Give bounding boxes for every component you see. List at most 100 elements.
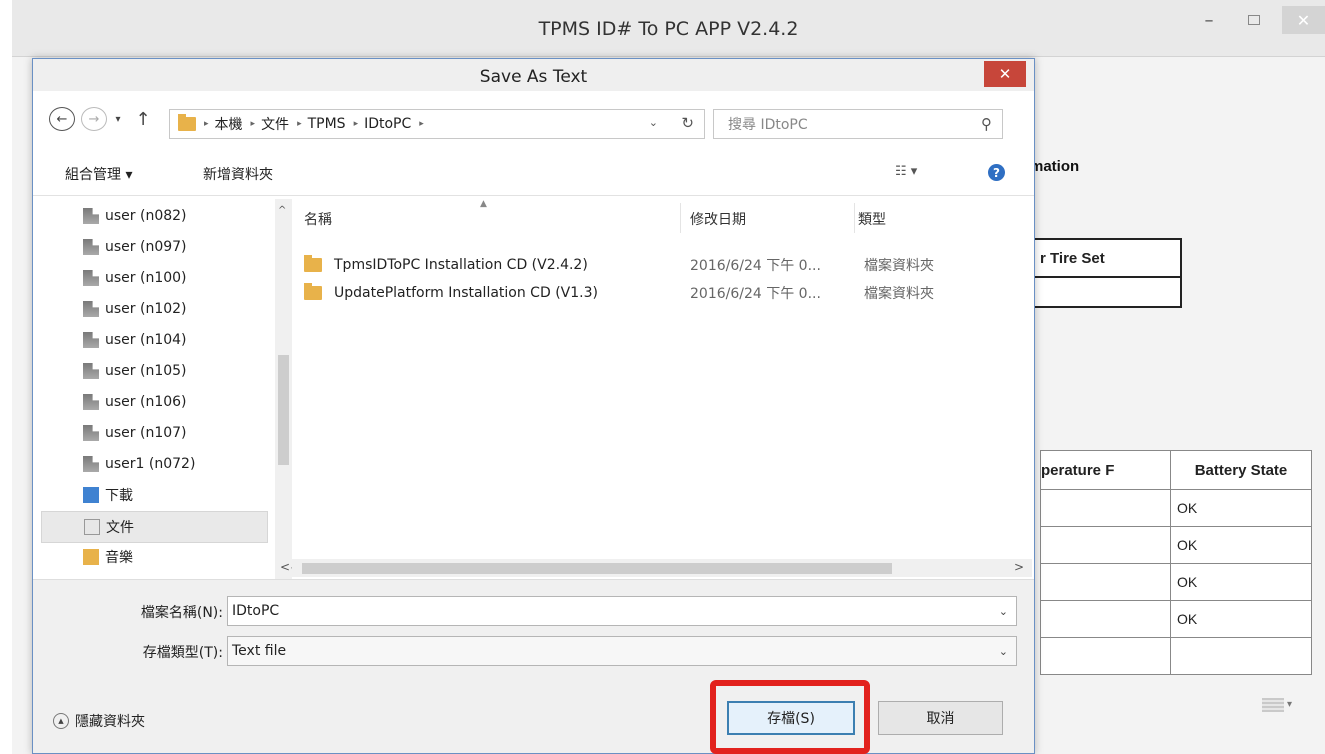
table-row: OK: [1040, 526, 1312, 564]
column-header-type[interactable]: 類型: [858, 209, 886, 229]
forward-button[interactable]: →: [81, 107, 107, 131]
network-user-icon: [83, 363, 99, 379]
filetype-value: Text file: [232, 643, 287, 659]
cancel-button[interactable]: 取消: [878, 701, 1003, 735]
table-row: OK: [1040, 600, 1312, 638]
folder-icon: [178, 114, 196, 131]
battery-cell: OK: [1170, 600, 1312, 638]
sensor-data-table: perature F Battery State OK OK OK OK: [1040, 450, 1312, 675]
col-battery-state: Battery State: [1170, 450, 1312, 490]
file-date: 2016/6/24 下午 0...: [690, 258, 821, 274]
file-date: 2016/6/24 下午 0...: [690, 286, 821, 302]
network-user-icon: [83, 270, 99, 286]
folder-icon: [304, 283, 322, 300]
filename-input[interactable]: IDtoPC ⌄: [227, 596, 1017, 626]
tire-set-cell: [1030, 276, 1182, 308]
nav-item-music[interactable]: 音樂: [41, 542, 266, 572]
battery-cell: [1170, 637, 1312, 675]
nav-item-user-n107[interactable]: user (n107): [41, 418, 266, 448]
network-user-icon: [83, 208, 99, 224]
app-close-button[interactable]: ✕: [1282, 6, 1325, 34]
search-placeholder: 搜尋 IDtoPC: [728, 117, 808, 133]
refresh-icon[interactable]: ↻: [681, 114, 694, 132]
file-list: ▲ 名稱 修改日期 類型 TpmsIDToPC Installation CD …: [292, 199, 1032, 581]
recent-locations-button[interactable]: ▾: [111, 107, 125, 131]
scrollbar-thumb[interactable]: [278, 355, 289, 465]
network-user-icon: [83, 332, 99, 348]
app-titlebar: TPMS ID# To PC APP V2.4.2 – ✕: [12, 0, 1325, 57]
column-header-name[interactable]: 名稱: [304, 209, 332, 229]
dialog-title: Save As Text: [479, 67, 588, 87]
scrollbar-thumb[interactable]: [302, 563, 892, 574]
chevron-down-icon[interactable]: ⌄: [999, 645, 1008, 658]
collapse-icon: ▲: [53, 713, 69, 729]
dialog-titlebar: Save As Text ✕: [33, 59, 1034, 91]
address-history-icon[interactable]: ⌄: [649, 116, 658, 129]
filename-label: 檔案名稱(N):: [140, 605, 223, 621]
nav-item-documents[interactable]: 文件: [41, 511, 268, 543]
background-heading: mation: [1030, 158, 1080, 175]
nav-pane-scrollbar[interactable]: ^: [275, 199, 292, 579]
nav-item-user1-n072[interactable]: user1 (n072): [41, 449, 266, 479]
minimize-button[interactable]: –: [1195, 6, 1223, 34]
language-caret-icon[interactable]: ▾: [1287, 699, 1292, 710]
breadcrumb-documents[interactable]: 文件: [261, 114, 289, 134]
maximize-icon: [1248, 15, 1260, 25]
breadcrumb-tpms[interactable]: TPMS: [308, 116, 346, 132]
dialog-toolbar: 組合管理 ▾ 新增資料夾 ☷ ▾ ?: [33, 151, 1034, 196]
nav-item-downloads[interactable]: 下載: [41, 480, 266, 510]
language-flag-icon[interactable]: [1262, 698, 1284, 712]
file-name: TpmsIDToPC Installation CD (V2.4.2): [334, 257, 588, 273]
filetype-select[interactable]: Text file ⌄: [227, 636, 1017, 666]
save-button-highlight: [710, 680, 870, 754]
new-folder-button[interactable]: 新增資料夾: [203, 164, 273, 184]
sort-ascending-icon: ▲: [480, 199, 487, 209]
network-user-icon: [83, 425, 99, 441]
tire-set-table: r Tire Set: [1030, 238, 1182, 308]
nav-item-user-n100[interactable]: user (n100): [41, 263, 266, 293]
col-temperature: perature F: [1040, 450, 1171, 490]
nav-item-user-n104[interactable]: user (n104): [41, 325, 266, 355]
hide-folders-toggle[interactable]: ▲ 隱藏資料夾: [53, 711, 145, 731]
filename-history-icon[interactable]: ⌄: [999, 605, 1008, 618]
up-folder-button[interactable]: ↑: [133, 107, 153, 131]
music-folder-icon: [83, 549, 99, 565]
tire-set-header: r Tire Set: [1030, 238, 1182, 278]
dialog-close-button[interactable]: ✕: [984, 61, 1026, 87]
scroll-right-icon[interactable]: >: [1014, 560, 1024, 574]
nav-item-user-n082[interactable]: user (n082): [41, 201, 266, 231]
downloads-folder-icon: [83, 487, 99, 503]
organize-menu[interactable]: 組合管理 ▾: [65, 164, 132, 184]
search-input[interactable]: 搜尋 IDtoPC ⚲: [713, 109, 1003, 139]
breadcrumb-idtopc[interactable]: IDtoPC: [364, 116, 411, 132]
view-options-icon[interactable]: ☷ ▾: [895, 164, 917, 179]
filename-value: IDtoPC: [232, 603, 280, 619]
file-list-scrollbar[interactable]: < >: [280, 559, 1032, 577]
nav-item-user-n105[interactable]: user (n105): [41, 356, 266, 386]
search-icon[interactable]: ⚲: [981, 115, 992, 133]
list-item[interactable]: TpmsIDToPC Installation CD (V2.4.2) 2016…: [300, 251, 1000, 279]
nav-item-user-n106[interactable]: user (n106): [41, 387, 266, 417]
help-icon[interactable]: ?: [988, 164, 1005, 181]
save-as-dialog: Save As Text ✕ ← → ▾ ↑ ▸ 本機 ▸ 文件 ▸ TPMS …: [32, 58, 1035, 754]
folder-icon: [304, 255, 322, 272]
scroll-left-icon[interactable]: <: [280, 560, 290, 574]
file-name: UpdatePlatform Installation CD (V1.3): [334, 285, 598, 301]
hide-folders-label: 隱藏資料夾: [75, 714, 145, 730]
column-divider[interactable]: [680, 203, 681, 233]
nav-item-user-n097[interactable]: user (n097): [41, 232, 266, 262]
table-row: OK: [1040, 563, 1312, 601]
breadcrumb-this-pc[interactable]: 本機: [215, 114, 243, 134]
list-item[interactable]: UpdatePlatform Installation CD (V1.3) 20…: [300, 279, 1000, 307]
column-header-date[interactable]: 修改日期: [690, 209, 746, 229]
maximize-button[interactable]: [1240, 6, 1268, 34]
save-fields: 檔案名稱(N): IDtoPC ⌄ 存檔類型(T): Text file ⌄: [33, 579, 1034, 688]
network-user-icon: [83, 239, 99, 255]
address-bar[interactable]: ▸ 本機 ▸ 文件 ▸ TPMS ▸ IDtoPC ▸ ⌄ ↻: [169, 109, 705, 139]
column-divider[interactable]: [854, 203, 855, 233]
nav-item-user-n102[interactable]: user (n102): [41, 294, 266, 324]
scroll-up-icon[interactable]: ^: [278, 205, 286, 216]
navigation-pane: user (n082) user (n097) user (n100) user…: [41, 199, 274, 579]
back-button[interactable]: ←: [49, 107, 75, 131]
app-title: TPMS ID# To PC APP V2.4.2: [538, 18, 799, 40]
